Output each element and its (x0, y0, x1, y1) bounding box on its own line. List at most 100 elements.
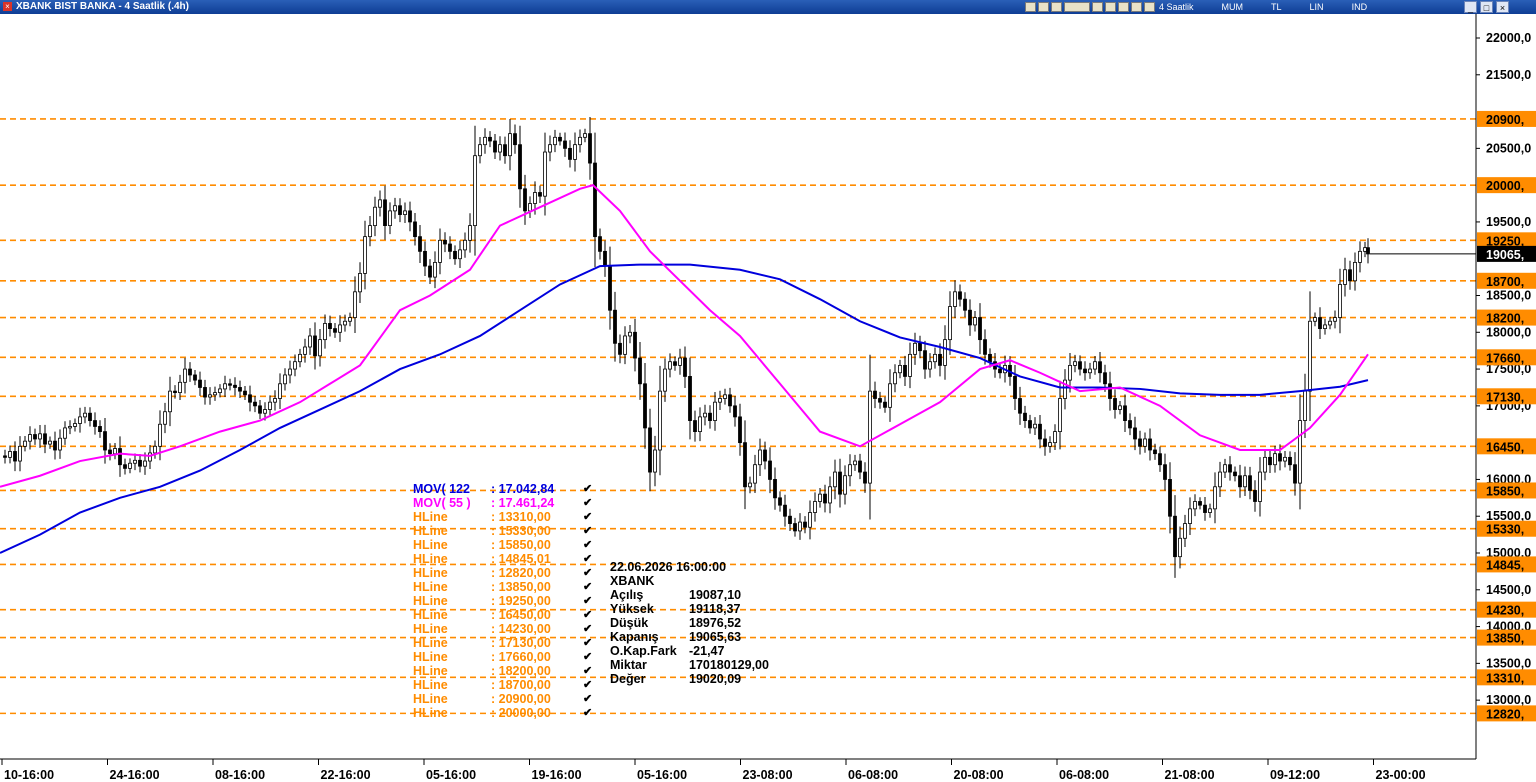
legend-check-icon[interactable]: ✔ (583, 580, 592, 594)
legend-check-icon[interactable]: ✔ (583, 510, 592, 524)
candle-body (1128, 420, 1132, 429)
scale-selector[interactable]: LIN (1310, 2, 1324, 12)
chart-type-selector[interactable]: MUM (1222, 2, 1244, 12)
legend-name: MOV( 122 (413, 482, 470, 496)
candle-body (1293, 464, 1297, 484)
candle-body (683, 357, 687, 377)
legend-check-icon[interactable]: ✔ (583, 650, 592, 664)
legend-check-icon[interactable]: ✔ (583, 538, 592, 552)
candle-body (838, 471, 842, 495)
candle-body (128, 462, 132, 469)
candle-body (778, 497, 782, 506)
candle-body (1038, 423, 1042, 440)
candle-body (748, 482, 752, 488)
legend-check-icon[interactable]: ✔ (583, 664, 592, 678)
y-tick-label: 13000,0 (1486, 693, 1531, 707)
x-tick-label: 23-08:00 (743, 768, 793, 782)
candle-body (58, 437, 62, 451)
hline-label: 17130, (1486, 390, 1524, 404)
legend-check-icon[interactable]: ✔ (583, 566, 592, 580)
candle-body (1263, 456, 1267, 473)
candle-body (443, 239, 447, 245)
pencil-icon[interactable] (1118, 2, 1129, 12)
legend-value: : 16450,00 (491, 608, 551, 622)
candle-body (223, 383, 227, 390)
legend-check-icon[interactable]: ✔ (583, 636, 592, 650)
candle-body (1243, 475, 1247, 488)
info-row: Düşük 18976,52 (610, 616, 741, 630)
hline-label: 20900, (1486, 113, 1524, 127)
candle-body (738, 416, 742, 444)
candle-body (243, 390, 247, 396)
candle-body (963, 298, 967, 311)
candle-body (833, 471, 837, 488)
legend-check-icon[interactable]: ✔ (583, 594, 592, 608)
candle-body (318, 339, 322, 357)
legend-check-icon[interactable]: ✔ (583, 678, 592, 692)
crosshair-icon[interactable] (1105, 2, 1116, 12)
candle-body (1113, 398, 1117, 410)
zoom-slider-icon[interactable] (1064, 2, 1090, 12)
minimize-button[interactable]: _ (1464, 1, 1477, 13)
period-selector[interactable]: 4 Saatlik (1159, 2, 1194, 12)
candle-body (98, 426, 102, 433)
legend-check-icon[interactable]: ✔ (583, 706, 592, 720)
candle-body (1148, 438, 1152, 451)
candle-body (998, 368, 1002, 374)
lock-icon[interactable] (1051, 2, 1062, 12)
legend-check-icon[interactable]: ✔ (583, 552, 592, 566)
close-button[interactable]: × (1496, 1, 1509, 13)
legend-check-icon[interactable]: ✔ (583, 622, 592, 636)
grid-icon[interactable] (1092, 2, 1103, 12)
candle-body (1318, 317, 1322, 330)
candle-body (33, 434, 37, 440)
candle-body (503, 144, 507, 157)
candle-body (468, 225, 472, 241)
legend-check-icon[interactable]: ✔ (583, 608, 592, 622)
legend-check-icon[interactable]: ✔ (583, 482, 592, 496)
save-icon[interactable] (1038, 2, 1049, 12)
candle-body (323, 323, 327, 341)
maximize-button[interactable]: □ (1480, 1, 1493, 13)
candle-body (203, 387, 207, 398)
candle-body (708, 412, 712, 421)
candle-body (53, 440, 57, 451)
candle-body (803, 521, 807, 528)
legend-check-icon[interactable]: ✔ (583, 692, 592, 706)
candle-body (1358, 250, 1362, 263)
candle-body (1083, 368, 1087, 374)
candle-body (863, 471, 867, 484)
ruler-icon[interactable] (1131, 2, 1142, 12)
currency-selector[interactable]: TL (1271, 2, 1282, 12)
candle-body (448, 243, 452, 252)
legend-value: : 15850,00 (491, 538, 551, 552)
candle-body (928, 361, 932, 370)
candle-body (913, 342, 917, 355)
chart-settings-icon[interactable] (1025, 2, 1036, 12)
indicator-selector[interactable]: IND (1352, 2, 1368, 12)
candle-body (523, 188, 527, 212)
candle-body (923, 350, 927, 370)
legend-check-icon[interactable]: ✔ (583, 524, 592, 538)
candle-body (418, 236, 422, 252)
candle-body (1253, 490, 1257, 502)
candle-body (18, 445, 22, 462)
candle-body (308, 335, 312, 348)
x-tick-label: 08-16:00 (215, 768, 265, 782)
y-tick-label: 20500,0 (1486, 141, 1531, 155)
candle-body (123, 464, 127, 469)
candle-body (898, 364, 902, 374)
candle-body (788, 515, 792, 524)
candle-body (588, 133, 592, 164)
legend-value: : 17660,00 (491, 650, 551, 664)
candle-body (1213, 486, 1217, 510)
info-row: Yüksek 19118,37 (610, 602, 740, 616)
candle-body (663, 368, 667, 392)
candle-body (868, 390, 872, 484)
legend-check-icon[interactable]: ✔ (583, 496, 592, 510)
candle-body (23, 440, 27, 447)
x-tick-label: 20-08:00 (954, 768, 1004, 782)
candle-body (698, 416, 702, 433)
line-tool-icon[interactable] (1144, 2, 1155, 12)
chart-toolbar: 4 Saatlik MUM TL LIN IND (1025, 1, 1393, 13)
